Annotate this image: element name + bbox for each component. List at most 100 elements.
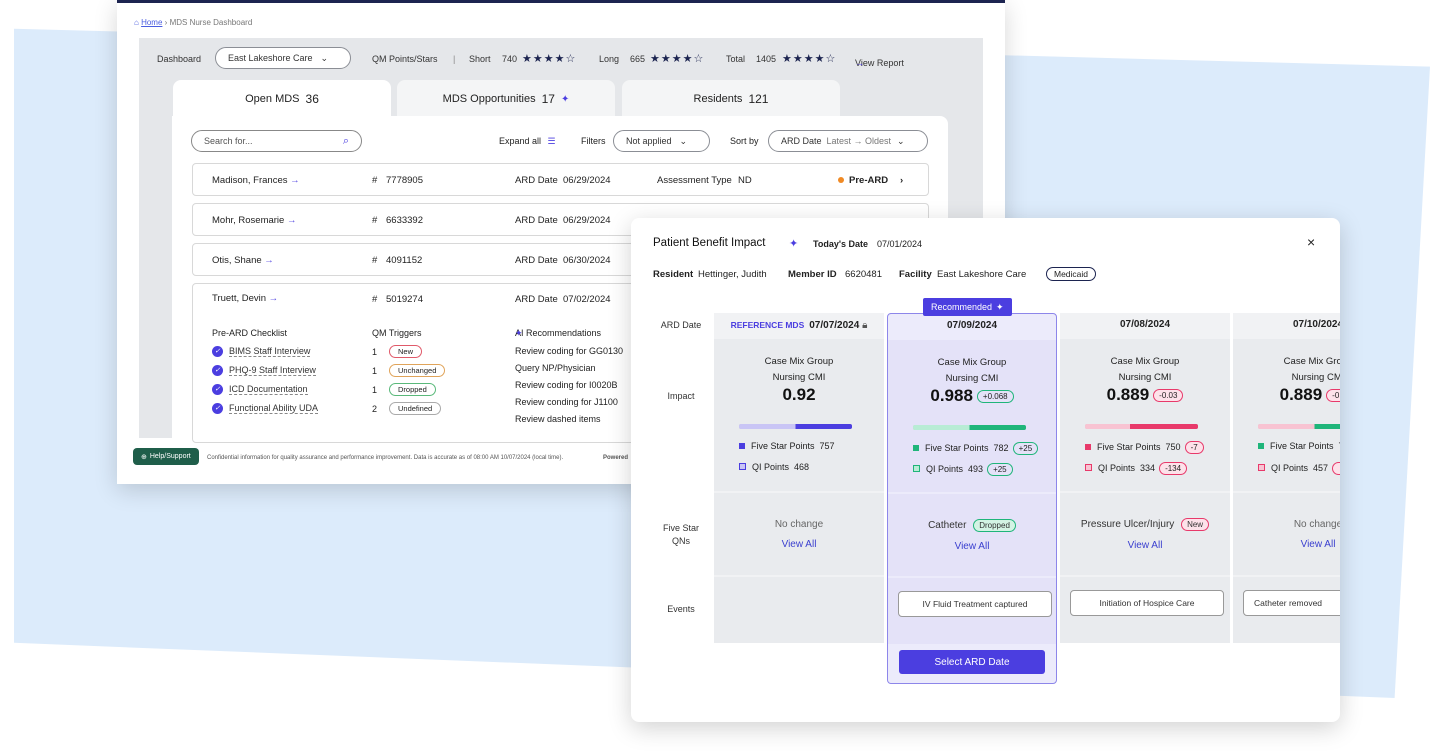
qm-label: QM Points/Stars: [372, 54, 438, 64]
help-support-button[interactable]: ⊕ Help/Support: [133, 448, 199, 465]
checklist-item-label: BIMS Staff Interview: [229, 346, 311, 357]
ard-value: 06/29/2024: [563, 175, 611, 186]
ard-column-reference: REFERENCE MDS 07/07/2024 🔒︎ Case Mix Grou…: [714, 313, 884, 643]
qi-points-value: 468: [794, 462, 810, 472]
event-box: Initiation of Hospice Care: [1070, 590, 1224, 616]
resident-id: 5019274: [386, 294, 423, 305]
table-row[interactable]: Madison, Frances → # 7778905 ARD Date 06…: [192, 163, 929, 196]
recommended-label: Recommended: [931, 302, 993, 312]
assessment-type-value: ND: [738, 175, 752, 186]
resident-name[interactable]: Madison, Frances →: [212, 175, 300, 186]
checklist-item[interactable]: ✓ ICD Documentation: [212, 384, 308, 396]
impact-cell: Case Mix Group Nursing CMI 0.889-0.03 Fi…: [1060, 339, 1230, 491]
case-mix-label: Case Mix Group: [1283, 356, 1340, 367]
filters-value: Not applied: [626, 136, 672, 146]
checklist-item-label: Functional Ability UDA: [229, 403, 319, 414]
expand-all-button[interactable]: Expand all ☰: [499, 136, 556, 147]
facility-label: Facility: [899, 269, 932, 280]
five-star-points: Five Star Points 782 +25: [913, 442, 1039, 455]
sort-select[interactable]: ARD Date Latest → Oldest ⌄: [768, 130, 928, 152]
sparkle-icon: ✦: [996, 301, 1004, 312]
resident-value: Hettinger, Judith: [698, 269, 767, 280]
check-icon: ✓: [212, 346, 223, 358]
filters-select[interactable]: Not applied ⌄: [613, 130, 710, 152]
resident-name-label: Mohr, Rosemarie: [212, 215, 285, 226]
resident-name[interactable]: Otis, Shane →: [212, 255, 274, 266]
view-all-link[interactable]: View All: [1233, 539, 1340, 550]
checklist-item-label: ICD Documentation: [229, 384, 308, 395]
resident-name[interactable]: Mohr, Rosemarie →: [212, 215, 296, 226]
payer-badge: Medicaid: [1046, 267, 1097, 281]
sort-label: Sort by: [730, 136, 759, 146]
check-icon: ✓: [212, 384, 223, 396]
five-star-points-label: Five Star Points: [1270, 441, 1334, 451]
resident-name-label: Truett, Devin: [212, 293, 267, 304]
tab-residents-count: 121: [748, 92, 769, 106]
five-star-points-label: Five Star Points: [751, 441, 815, 451]
ard-column[interactable]: 07/08/2024 Case Mix Group Nursing CMI 0.…: [1060, 313, 1230, 643]
search-input[interactable]: Search for... ⌕: [191, 130, 362, 152]
breadcrumb-sep: ›: [164, 18, 168, 27]
view-all-link[interactable]: View All: [714, 539, 884, 550]
checklist-item[interactable]: ✓ BIMS Staff Interview: [212, 346, 311, 358]
five-star-points-value: 7: [1339, 441, 1340, 451]
tab-mds-opportunities[interactable]: MDS Opportunities 17 ✦: [397, 80, 615, 118]
long-label: Long: [599, 54, 620, 64]
view-all-link[interactable]: View All: [888, 541, 1056, 552]
five-star-bar-fill: [739, 424, 852, 429]
arrow-right-icon: →: [855, 58, 864, 68]
filters-label: Filters: [581, 136, 606, 146]
short-stars: ★★★★☆: [522, 53, 577, 65]
arrow-right-icon: →: [268, 293, 279, 304]
view-all-link[interactable]: View All: [1060, 540, 1230, 551]
sparkle-icon: ✦: [560, 93, 570, 105]
ard-column[interactable]: 07/10/2024 Case Mix Group Nursing CMI 0.…: [1233, 313, 1340, 643]
ai-recommendation-item: Query NP/Physician: [515, 363, 596, 373]
five-star-points-value: 750: [1165, 441, 1181, 452]
nursing-cmi-value: 0.988 +0.068: [888, 386, 1056, 406]
column-header: 07/10/2024: [1233, 313, 1340, 337]
qm-trigger-count: 1: [372, 385, 378, 395]
facility-select[interactable]: East Lakeshore Care ⌄: [215, 47, 351, 69]
ai-recommendation-item: Review dashed items: [515, 414, 601, 424]
long-value: 665: [630, 54, 646, 64]
qi-points: QI Points 457: [1258, 462, 1340, 475]
close-icon[interactable]: ×: [1307, 234, 1315, 250]
qm-trigger-count: 1: [372, 366, 378, 376]
ard-value: 07/02/2024: [563, 294, 611, 305]
qn-text: Catheter Dropped: [888, 519, 1056, 532]
dashboard-bar: Dashboard East Lakeshore Care ⌄ QM Point…: [139, 47, 983, 70]
tab-mds-opportunities-label: MDS Opportunities: [442, 93, 536, 105]
chevron-down-icon: ⌄: [679, 135, 688, 146]
events-cell: [714, 577, 884, 643]
tab-open-mds[interactable]: Open MDS 36: [173, 80, 391, 118]
checklist-item[interactable]: ✓ PHQ-9 Staff Interview: [212, 365, 316, 377]
facility-value: East Lakeshore Care: [228, 53, 313, 63]
breadcrumb-home[interactable]: Home: [141, 18, 162, 27]
ard-label: ARD Date: [515, 175, 558, 186]
qn-text-label: Catheter: [928, 520, 967, 532]
id-label: #: [372, 215, 378, 226]
qm-trigger-count: 2: [372, 404, 378, 414]
id-label: #: [372, 294, 378, 305]
expand-all-label: Expand all: [499, 136, 542, 146]
qn-badge: Dropped: [973, 519, 1016, 532]
tab-residents-label: Residents: [693, 93, 743, 105]
qi-points-value: 493: [968, 463, 984, 474]
ard-label: ARD Date: [515, 294, 558, 305]
checklist-title: Pre-ARD Checklist: [212, 328, 288, 338]
case-mix-label: Case Mix Group: [937, 357, 1007, 368]
checklist-item[interactable]: ✓ Functional Ability UDA: [212, 403, 319, 415]
resident-id: 4091152: [386, 255, 423, 266]
legend-square-outline-icon: [913, 464, 920, 472]
reference-label: REFERENCE MDS: [730, 320, 805, 330]
ard-column-recommended[interactable]: 07/09/2024 Case Mix Group Nursing CMI 0.…: [887, 313, 1057, 684]
qns-cell: Pressure Ulcer/Injury New View All: [1060, 493, 1230, 575]
resident-name[interactable]: Truett, Devin →: [212, 293, 278, 304]
total-value: 1405: [756, 54, 777, 64]
tab-residents[interactable]: Residents 121: [622, 80, 840, 118]
select-ard-date-button[interactable]: Select ARD Date: [899, 650, 1045, 674]
chevron-right-icon[interactable]: ›: [900, 175, 903, 186]
qi-points-value: 334: [1140, 462, 1156, 473]
five-star-bar-track: [913, 425, 1026, 430]
